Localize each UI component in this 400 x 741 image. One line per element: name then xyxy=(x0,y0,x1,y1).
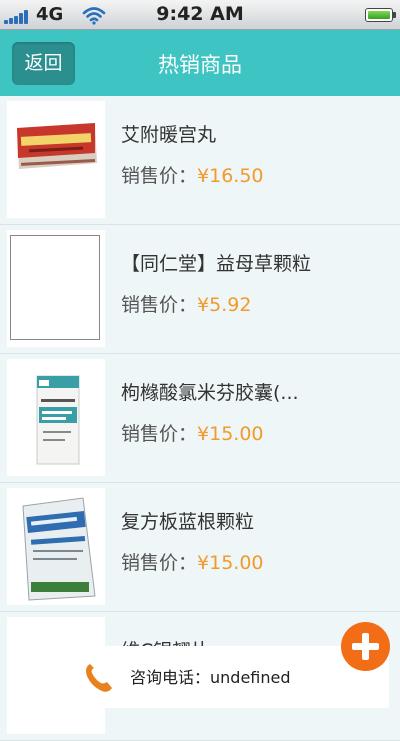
product-name: 【同仁堂】益母草颗粒 xyxy=(121,253,312,275)
price-label: 销售价： xyxy=(121,552,198,574)
product-image xyxy=(7,101,105,218)
product-name: 复方板蓝根颗粒 xyxy=(121,511,255,533)
plus-icon[interactable] xyxy=(341,622,390,671)
page-title: 热销商品 xyxy=(158,53,242,77)
product-name: 艾附暖宫丸 xyxy=(121,124,217,146)
price-row: 销售价：¥15.00 xyxy=(121,548,264,575)
status-time: 9:42 AM xyxy=(156,3,244,25)
price-row: 销售价：¥15.00 xyxy=(121,419,264,446)
product-price: ¥5.92 xyxy=(197,294,252,316)
price-row: 销售价：¥16.50 xyxy=(121,161,264,188)
price-label: 销售价： xyxy=(121,294,198,316)
status-bar: 4G 9:42 AM xyxy=(0,0,400,30)
product-image xyxy=(7,488,105,605)
product-list: 艾附暖宫丸 销售价：¥16.50 【同仁堂】益母草颗粒 销售价：¥5.92 枸橼… xyxy=(0,96,400,741)
price-row: 销售价：¥5.92 xyxy=(121,290,251,317)
product-item[interactable]: 复方板蓝根颗粒 销售价：¥15.00 xyxy=(0,483,400,612)
price-label: 销售价： xyxy=(121,423,198,445)
battery-icon xyxy=(365,8,396,22)
product-image xyxy=(7,359,105,476)
consult-phone-text: 咨询电话：undefined xyxy=(130,668,291,687)
header-bar: 返回 热销商品 xyxy=(0,30,400,96)
product-name: 枸橼酸氯米芬胶囊(... xyxy=(121,382,299,404)
contact-bar[interactable]: 咨询电话：undefined xyxy=(10,646,389,708)
product-price: ¥15.00 xyxy=(197,423,264,445)
phone-icon xyxy=(86,664,112,692)
product-item[interactable]: 【同仁堂】益母草颗粒 销售价：¥5.92 xyxy=(0,225,400,354)
price-label: 销售价： xyxy=(121,165,198,187)
product-item[interactable]: 艾附暖宫丸 销售价：¥16.50 xyxy=(0,96,400,225)
product-image xyxy=(7,230,105,347)
product-item[interactable]: 枸橼酸氯米芬胶囊(... 销售价：¥15.00 xyxy=(0,354,400,483)
product-price: ¥16.50 xyxy=(197,165,264,187)
product-price: ¥15.00 xyxy=(197,552,264,574)
